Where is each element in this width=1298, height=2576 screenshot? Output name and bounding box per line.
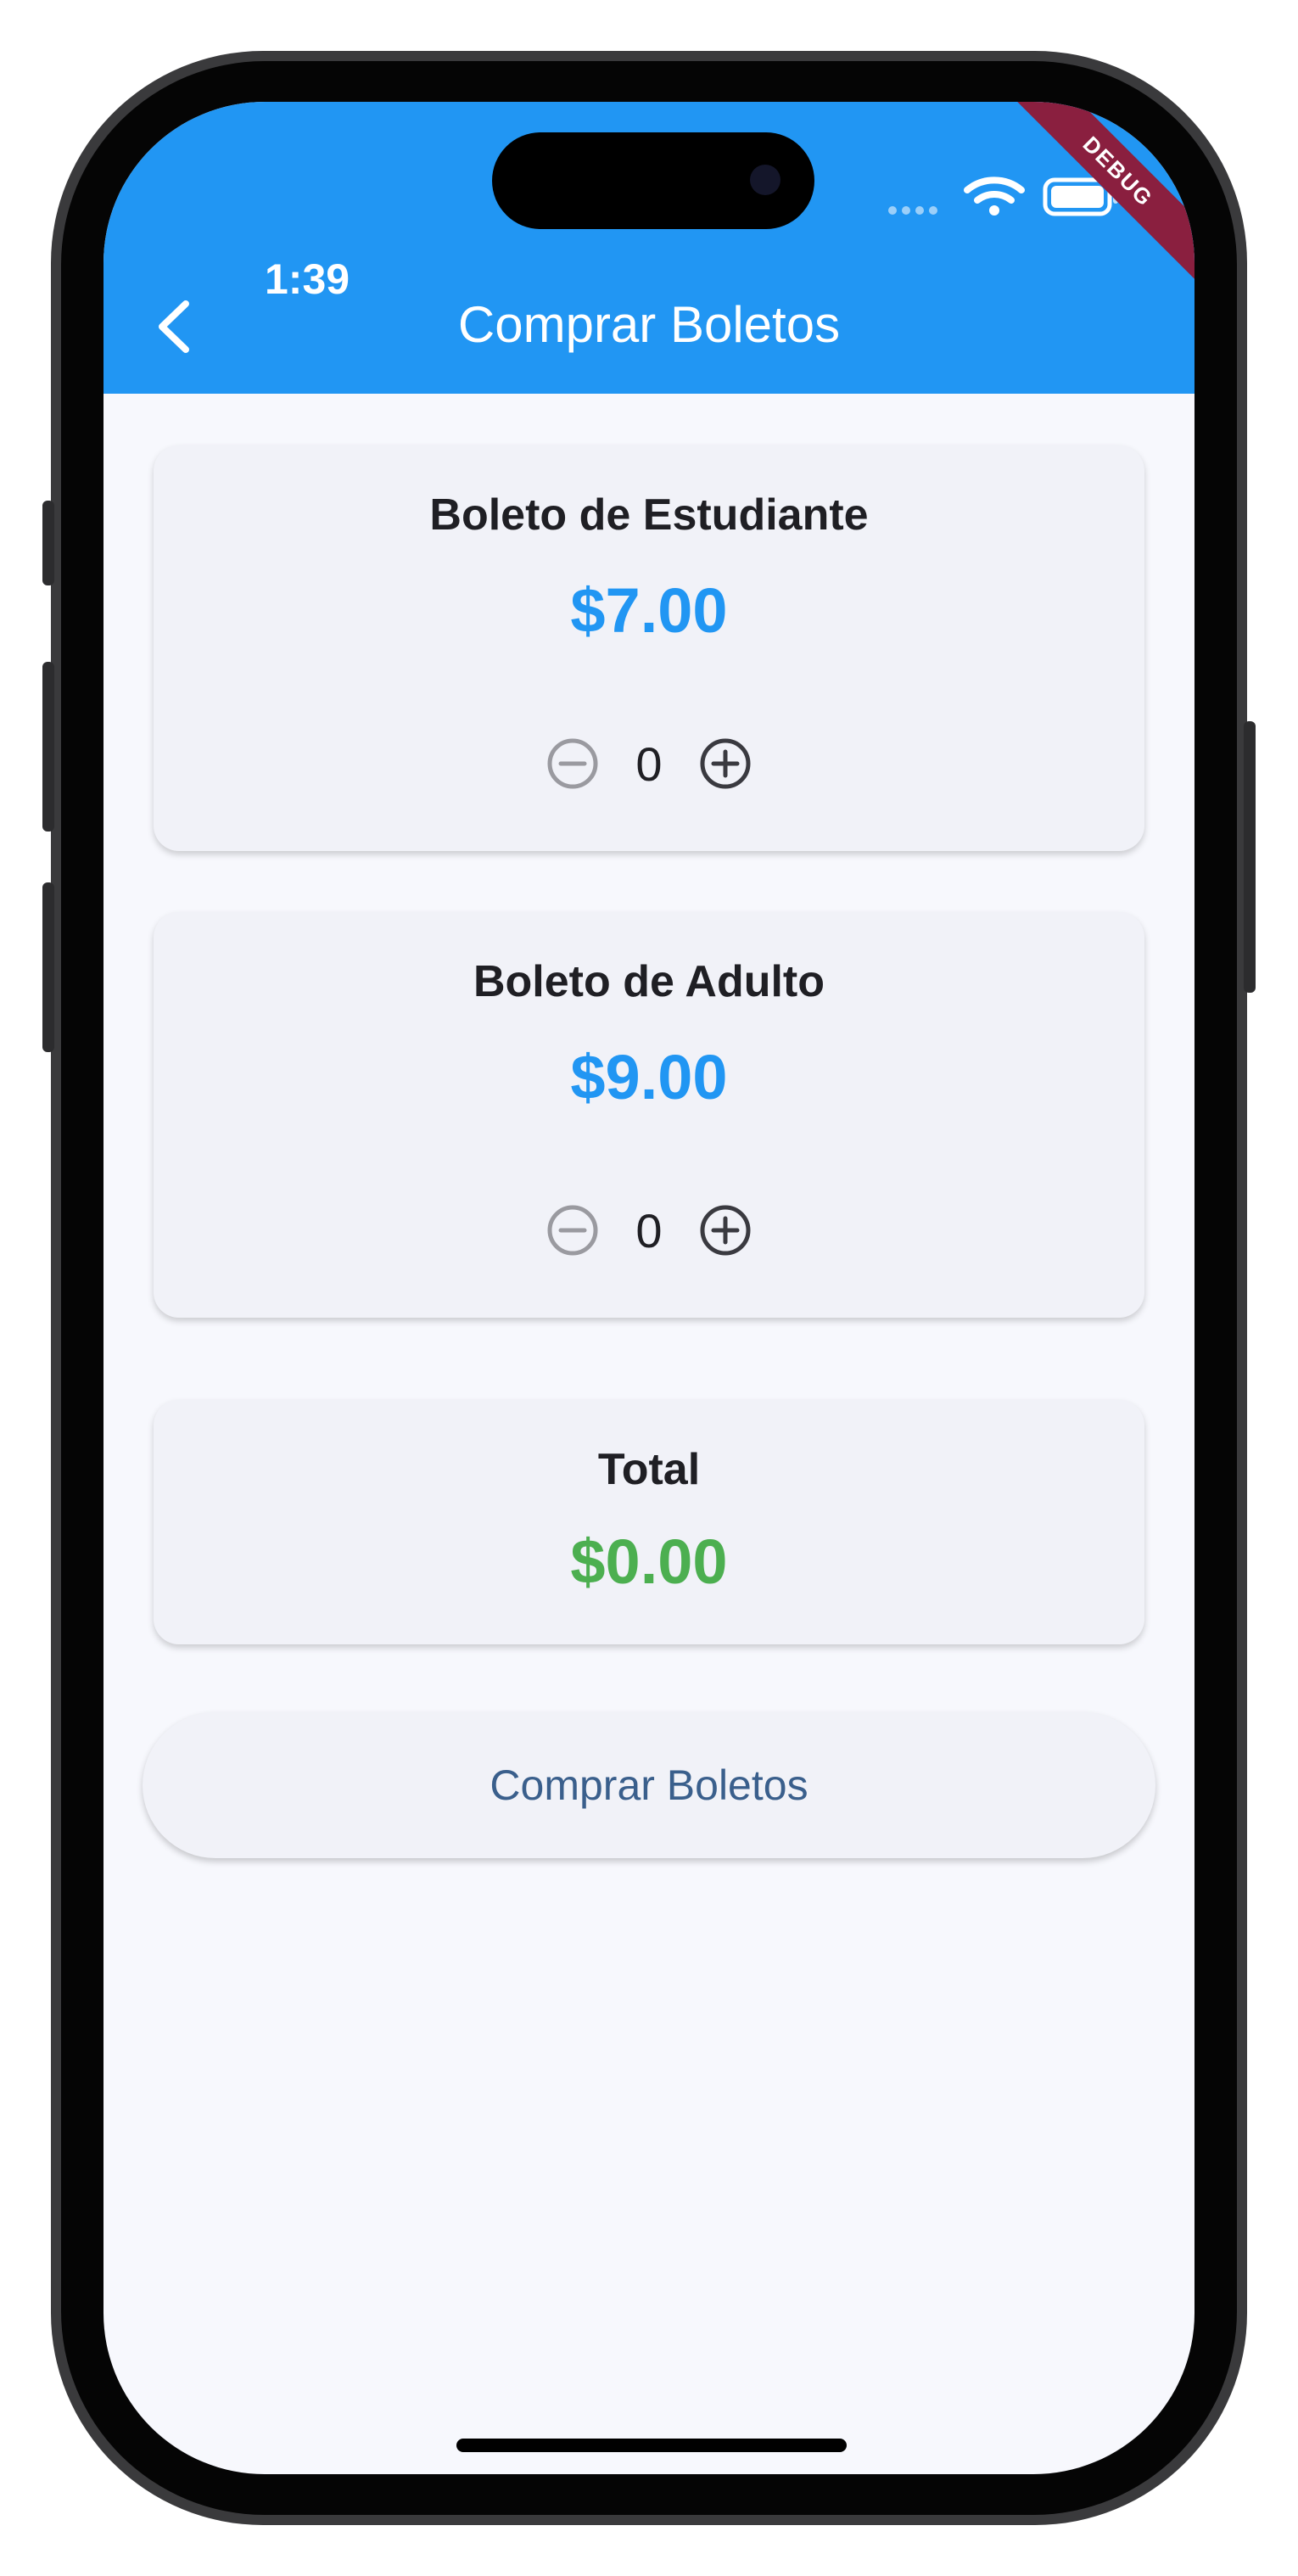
dynamic-island <box>492 132 814 229</box>
ticket-title: Boleto de Adulto <box>473 957 825 1006</box>
app-screen: 1:39 DEBUG Comprar Boletos Boleto de Est… <box>104 102 1194 2474</box>
plus-circle-icon <box>700 738 751 789</box>
plus-circle-icon <box>700 1205 751 1256</box>
page-title: Comprar Boletos <box>457 296 841 353</box>
quantity-stepper: 0 <box>154 730 1144 798</box>
quantity-value: 0 <box>635 1203 663 1257</box>
ticket-price: $9.00 <box>570 1042 728 1112</box>
signal-icon <box>888 206 937 215</box>
increment-button[interactable] <box>691 730 759 798</box>
volume-down-button <box>42 882 54 1052</box>
total-label: Total <box>597 1445 701 1494</box>
total-value: $0.00 <box>570 1526 728 1597</box>
quantity-value: 0 <box>635 736 663 791</box>
ticket-card-adult: Boleto de Adulto $9.00 0 <box>154 912 1144 1318</box>
power-button <box>1244 721 1256 993</box>
ticket-card-student: Boleto de Estudiante $7.00 0 <box>154 445 1144 851</box>
front-camera <box>750 165 780 195</box>
ticket-price: $7.00 <box>570 575 728 646</box>
volume-up-button <box>42 662 54 832</box>
ticket-title: Boleto de Estudiante <box>429 490 869 540</box>
decrement-button[interactable] <box>539 1196 607 1264</box>
increment-button[interactable] <box>691 1196 759 1264</box>
quantity-stepper: 0 <box>154 1196 1144 1264</box>
total-card: Total $0.00 <box>154 1400 1144 1644</box>
minus-circle-icon <box>547 1205 598 1256</box>
buy-tickets-button[interactable]: Comprar Boletos <box>143 1712 1155 1858</box>
wifi-icon <box>964 176 1025 216</box>
minus-circle-icon <box>547 738 598 789</box>
home-indicator[interactable] <box>456 2439 847 2452</box>
silent-switch <box>42 501 54 585</box>
app-bar: 1:39 DEBUG Comprar Boletos <box>104 102 1194 394</box>
decrement-button[interactable] <box>539 730 607 798</box>
